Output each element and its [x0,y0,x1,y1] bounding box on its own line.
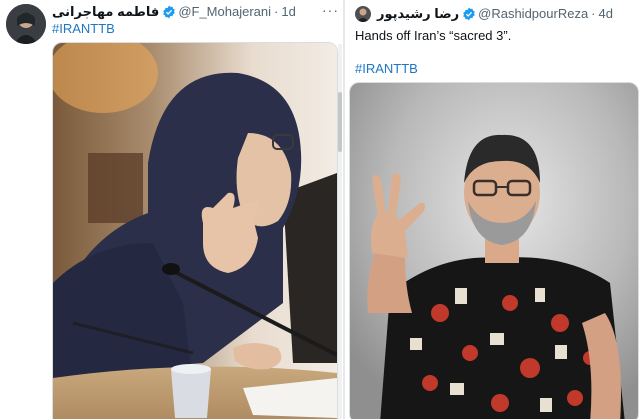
hashtag-link[interactable]: #IRANTTB [355,61,418,76]
author-name[interactable]: فاطمه مهاجرانی [52,3,159,21]
tweet-card-left[interactable]: فاطمه مهاجرانی @F_Mohajerani · 1d ··· #I… [0,0,343,419]
author-handle[interactable]: @F_Mohajerani [178,3,271,21]
author-name[interactable]: رضا رشیدپور [377,5,459,23]
scrollbar[interactable] [338,44,342,419]
author-handle[interactable]: @RashidpourReza [478,5,588,23]
separator-dot: · [274,4,279,19]
tweet-text: Hands off Iran’s “sacred 3”. [355,28,512,43]
avatar[interactable] [6,4,46,44]
tweet-photo[interactable] [349,82,639,419]
tweet-photo[interactable] [52,42,338,419]
tweet-card-right[interactable]: رضا رشیدپور @RashidpourReza · 4d Hands o… [345,0,640,419]
separator-dot: · [591,6,596,21]
more-options-icon[interactable]: ··· [322,2,339,18]
timestamp[interactable]: 1d [281,3,295,21]
verified-badge-icon [162,5,176,19]
hashtag-link[interactable]: #IRANTTB [52,21,115,36]
tweet-header: رضا رشیدپور @RashidpourReza · 4d [377,5,613,23]
tweet-header: فاطمه مهاجرانی @F_Mohajerani · 1d [52,3,296,21]
avatar[interactable] [355,6,371,22]
timestamp[interactable]: 4d [599,5,613,23]
verified-badge-icon [462,7,476,21]
scrollbar-thumb[interactable] [338,92,342,152]
